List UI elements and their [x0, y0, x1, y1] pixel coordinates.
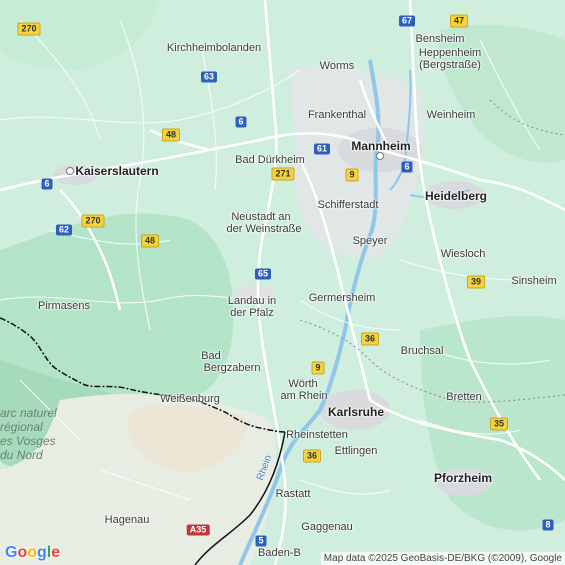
- city-label-pforzheim: Pforzheim: [433, 471, 493, 485]
- city-label-weissenburg: Weißenburg: [160, 393, 220, 405]
- route-shield-a35: A35: [186, 524, 210, 536]
- city-label-bad-bergzabern: Bad: [201, 350, 221, 362]
- google-logo-letter: e: [51, 544, 61, 561]
- city-label-speyer: Speyer: [352, 235, 388, 247]
- google-logo-letter: o: [27, 544, 38, 561]
- route-shield-35: 35: [489, 417, 509, 431]
- city-label-schifferstadt: Schifferstadt: [317, 199, 379, 211]
- city-label-germersheim: Germersheim: [308, 292, 376, 304]
- route-shield-271: 271: [271, 167, 295, 181]
- city-label-pirmasens: Pirmasens: [38, 300, 90, 312]
- region-label-vosges-4: du Nord: [0, 448, 43, 462]
- route-shield-48-south: 48: [140, 234, 160, 248]
- city-label-wiesloch: Wiesloch: [440, 248, 486, 260]
- google-logo: Google: [5, 544, 60, 562]
- city-label-weinheim: Weinheim: [426, 109, 476, 121]
- route-shield-6-east: 6: [401, 161, 413, 173]
- route-shield-36-south: 36: [302, 449, 322, 463]
- route-shield-47: 47: [449, 14, 469, 28]
- route-shield-62: 62: [55, 224, 73, 236]
- route-shield-270: 270: [17, 22, 41, 36]
- city-label-bretten: Bretten: [446, 391, 482, 403]
- city-label-hagenau: Hagenau: [104, 514, 150, 526]
- route-shield-65: 65: [254, 268, 272, 280]
- google-logo-letter: G: [5, 544, 18, 561]
- city-label-worms: Worms: [319, 60, 355, 72]
- city-label-neustadt: Neustadt an: [231, 211, 291, 223]
- route-shield-61: 61: [313, 143, 331, 155]
- city-label-kaiserslautern: Kaiserslautern: [75, 164, 159, 178]
- route-shield-5: 5: [255, 535, 267, 547]
- city-label-frankenthal: Frankenthal: [307, 109, 367, 121]
- city-marker-kaiserslautern: [66, 167, 74, 175]
- city-label-bensheim: Bensheim: [415, 33, 465, 45]
- route-shield-36: 36: [360, 332, 380, 346]
- region-label-vosges-2: régional: [0, 420, 43, 434]
- map-attribution[interactable]: Map data ©2025 GeoBasis-DE/BKG (©2009), …: [320, 552, 565, 565]
- city-label-sinsheim: Sinsheim: [511, 275, 557, 287]
- city-label-heppenheim: Heppenheim: [418, 47, 482, 59]
- route-shield-39: 39: [466, 275, 486, 289]
- region-label-vosges-3: es Vosges: [0, 434, 56, 448]
- city-label-kirchheimbolanden: Kirchheimbolanden: [166, 42, 262, 54]
- city-label-rheinstetten: Rheinstetten: [286, 429, 348, 441]
- google-logo-letter: g: [37, 544, 47, 561]
- route-shield-8: 8: [542, 519, 554, 531]
- city-label-baden-b: Baden-B: [258, 547, 301, 559]
- city-label-landau: Landau in: [227, 295, 277, 307]
- google-logo-letter: o: [17, 544, 28, 561]
- city-label-ettlingen: Ettlingen: [334, 445, 378, 457]
- city-label-bergstrasse: (Bergstraße): [419, 59, 481, 71]
- city-label-bruchsal: Bruchsal: [400, 345, 444, 357]
- city-label-worth: Wörth: [288, 378, 318, 390]
- route-shield-9: 9: [345, 168, 359, 182]
- route-shield-270-south: 270: [81, 214, 105, 228]
- route-shield-9-south: 9: [311, 361, 325, 375]
- city-label-rastatt: Rastatt: [275, 488, 311, 500]
- city-label-heidelberg: Heidelberg: [424, 189, 488, 203]
- city-label-bad-bergzabern-2: Bergzabern: [203, 362, 261, 374]
- city-label-neustadt-2: der Weinstraße: [226, 223, 302, 235]
- region-label-vosges-1: arc naturel: [0, 406, 57, 420]
- city-label-landau-2: der Pfalz: [230, 307, 274, 319]
- city-label-mannheim: Mannheim: [351, 139, 411, 153]
- route-shield-48: 48: [161, 128, 181, 142]
- city-label-gaggenau: Gaggenau: [301, 521, 353, 533]
- route-shield-6: 6: [235, 116, 247, 128]
- route-shield-63: 63: [200, 71, 218, 83]
- route-shield-6-west: 6: [41, 178, 53, 190]
- route-shield-67: 67: [398, 15, 416, 27]
- city-label-karlsruhe: Karlsruhe: [327, 405, 385, 419]
- city-label-bad-durkheim: Bad Dürkheim: [235, 154, 305, 166]
- city-marker-mannheim: [376, 152, 384, 160]
- city-label-worth-2: am Rhein: [280, 390, 328, 402]
